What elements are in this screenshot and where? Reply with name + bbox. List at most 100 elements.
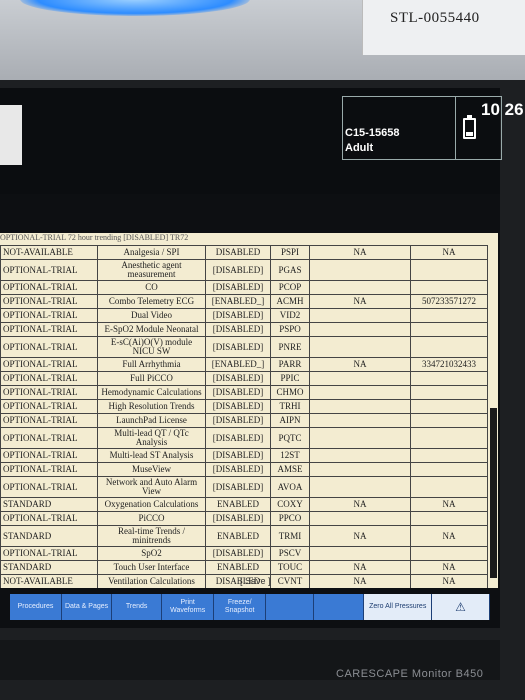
patient-id: C15-15658 (345, 127, 400, 139)
table-row[interactable]: STANDARD Touch User Interface ENABLED TOUC N… (0, 560, 488, 575)
serial-a-cell (309, 462, 411, 477)
license-status-cell: OPTIONAL-TRIAL (0, 448, 98, 463)
feature-code-cell: CVNT (270, 574, 310, 588)
serial-b-cell: 507233571272 (410, 294, 488, 309)
feature-name-cell: E-sC(Ai)O(V) module NICU SW (97, 336, 206, 358)
table-row[interactable]: OPTIONAL-TRIAL E-sC(Ai)O(V) module NICU S… (0, 336, 488, 358)
table-row[interactable]: OPTIONAL-TRIAL Network and Auto Alarm Vie… (0, 476, 488, 498)
enabled-state-cell: [DISABLED] (205, 413, 271, 428)
serial-a-cell (309, 308, 411, 323)
feature-name-cell: MuseView (97, 462, 206, 477)
license-status-cell: OPTIONAL-TRIAL (0, 511, 98, 526)
license-status-cell: OPTIONAL-TRIAL (0, 308, 98, 323)
serial-b-cell (410, 308, 488, 323)
feature-name-cell: Ventilation Calculations (97, 574, 206, 588)
bottom-toolbar: Procedures Data & Pages Trends Print Wavefo… (10, 594, 490, 620)
feature-code-cell: PSPO (270, 322, 310, 337)
license-status-cell: OPTIONAL-TRIAL (0, 413, 98, 428)
enabled-state-cell: [DISABLED] (205, 427, 271, 449)
procedures-button[interactable]: Procedures (10, 594, 63, 620)
table-row[interactable]: OPTIONAL-TRIAL Dual Video [DISABLED] VID2 (0, 308, 488, 323)
serial-a-cell (309, 413, 411, 428)
serial-a-cell (309, 511, 411, 526)
serial-a-cell: NA (309, 294, 411, 309)
enabled-state-cell: [DISABLED] (205, 322, 271, 337)
enabled-state-cell: [ENABLED_] (205, 294, 271, 309)
enabled-state-cell: ENABLED (205, 497, 271, 512)
feature-name-cell: Multi-lead ST Analysis (97, 448, 206, 463)
feature-code-cell: AIPN (270, 413, 310, 428)
table-row[interactable]: OPTIONAL-TRIAL Full Arrhythmia [ENABLED_] P… (0, 357, 488, 372)
serial-a-cell: NA (309, 357, 411, 372)
table-row[interactable]: OPTIONAL-TRIAL E-SpO2 Module Neonatal [DIS… (0, 322, 488, 337)
serial-b-cell (410, 427, 488, 449)
clock-time: 10 26 (481, 100, 524, 119)
feature-code-cell: PSPI (270, 245, 310, 260)
feature-name-cell: SpO2 (97, 546, 206, 561)
serial-a-cell: NA (309, 245, 411, 260)
table-row[interactable]: OPTIONAL-TRIAL High Resolution Trends [DIS… (0, 399, 488, 414)
feature-name-cell: High Resolution Trends (97, 399, 206, 414)
table-row[interactable]: NOT-AVAILABLE Analgesia / SPI DISABLED PSPI… (0, 245, 488, 260)
table-row[interactable]: STANDARD Oxygenation Calculations ENABLED C… (0, 497, 488, 512)
battery-icon (463, 115, 476, 139)
enabled-state-cell: [DISABLED] (205, 371, 271, 386)
table-row[interactable]: OPTIONAL-TRIAL CO [DISABLED] PCOP (0, 280, 488, 295)
license-status-cell: OPTIONAL-TRIAL (0, 385, 98, 400)
table-row[interactable]: OPTIONAL-TRIAL Multi-lead QT / QTc Analys… (0, 427, 488, 449)
feature-name-cell: PiCCO (97, 511, 206, 526)
brand-label: CARESCAPE Monitor B450 (336, 668, 484, 680)
serial-b-cell (410, 476, 488, 498)
feature-code-cell: TRMI (270, 525, 310, 547)
serial-a-cell (309, 336, 411, 358)
feature-name-cell: CO (97, 280, 206, 295)
table-row[interactable]: OPTIONAL-TRIAL Full PiCCO [DISABLED] PPIC (0, 371, 488, 386)
license-status-cell: STANDARD (0, 525, 98, 547)
license-status-cell: OPTIONAL-TRIAL (0, 336, 98, 358)
feature-code-cell: ACMH (270, 294, 310, 309)
feature-code-cell: PPCO (270, 511, 310, 526)
feature-code-cell: AVOA (270, 476, 310, 498)
table-row[interactable]: STANDARD Real-time Trends / minitrends ENA… (0, 525, 488, 547)
software-license-panel: OPTIONAL-TRIAL 72 hour trending [DISABLE… (0, 233, 498, 588)
table-row[interactable]: OPTIONAL-TRIAL Anesthetic agent measureme… (0, 259, 488, 281)
data-pages-button[interactable]: Data & Pages (62, 594, 113, 620)
feature-name-cell: LaunchPad License (97, 413, 206, 428)
serial-b-cell (410, 336, 488, 358)
enabled-state-cell: [DISABLED] (205, 448, 271, 463)
print-waveforms-button[interactable]: Print Waveforms (162, 594, 215, 620)
table-row[interactable]: OPTIONAL-TRIAL SpO2 [DISABLED] PSCV (0, 546, 488, 561)
alarm-icon-button[interactable]: ⚠ (432, 594, 490, 620)
serial-a-cell: NA (309, 574, 411, 588)
serial-b-cell: NA (410, 245, 488, 260)
serial-a-cell (309, 322, 411, 337)
table-row[interactable]: OPTIONAL-TRIAL LaunchPad License [DISABLED… (0, 413, 488, 428)
header-left-tile[interactable] (0, 105, 22, 165)
feature-code-cell: PPIC (270, 371, 310, 386)
feature-code-cell: COXY (270, 497, 310, 512)
serial-b-cell (410, 413, 488, 428)
feature-code-cell: TOUC (270, 560, 310, 575)
save-button[interactable]: [ Save ] (240, 576, 271, 586)
table-row[interactable]: OPTIONAL-TRIAL Multi-lead ST Analysis [DIS… (0, 448, 488, 463)
alarm-triangle-icon: ⚠ (455, 600, 466, 614)
blank-button-1[interactable] (266, 594, 315, 620)
enabled-state-cell: DISABLED (205, 245, 271, 260)
serial-a-cell (309, 371, 411, 386)
feature-name-cell: Dual Video (97, 308, 206, 323)
enabled-state-cell: [DISABLED] (205, 476, 271, 498)
enabled-state-cell: [DISABLED] (205, 336, 271, 358)
table-row[interactable]: OPTIONAL-TRIAL MuseView [DISABLED] AMSE (0, 462, 488, 477)
zero-all-pressures-button[interactable]: Zero All Pressures (364, 594, 433, 620)
blank-button-2[interactable] (314, 594, 365, 620)
trends-button[interactable]: Trends (112, 594, 163, 620)
freeze-snapshot-button[interactable]: Freeze/ Snapshot (214, 594, 267, 620)
scrollbar-thumb[interactable] (490, 408, 497, 578)
table-row[interactable]: OPTIONAL-TRIAL PiCCO [DISABLED] PPCO (0, 511, 488, 526)
table-row[interactable]: OPTIONAL-TRIAL Hemodynamic Calculations [D… (0, 385, 488, 400)
serial-a-cell (309, 427, 411, 449)
table-row[interactable]: OPTIONAL-TRIAL Combo Telemetry ECG [ENABLE… (0, 294, 488, 309)
enabled-state-cell: [DISABLED] (205, 511, 271, 526)
serial-a-cell (309, 280, 411, 295)
feature-code-cell: PGAS (270, 259, 310, 281)
